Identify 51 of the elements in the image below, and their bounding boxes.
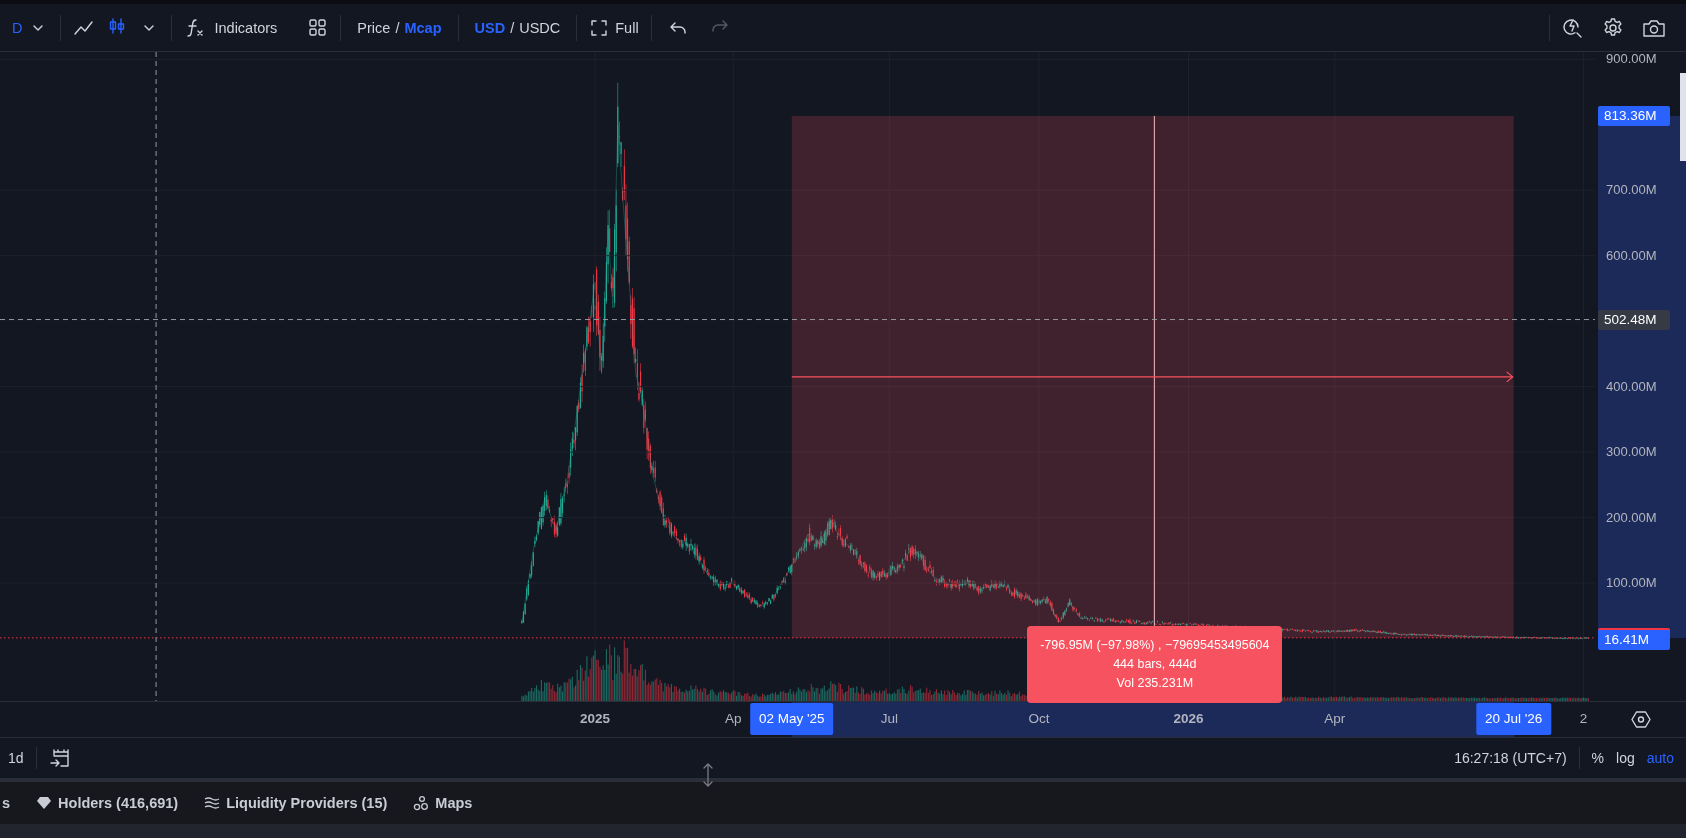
scale-option[interactable]: log	[1616, 750, 1635, 766]
full-button[interactable]: Full	[615, 19, 639, 36]
measure-reading: 444 bars, 444d	[1113, 657, 1197, 672]
price-scale-label: 300.00M	[1606, 443, 1657, 462]
calendar-goto-icon[interactable]	[48, 747, 71, 769]
grid-icon[interactable]	[307, 17, 329, 38]
panel-tab[interactable]: Liquidity Providers (15)	[226, 795, 388, 811]
clock-text: 16:27:18 (UTC+7)	[1454, 750, 1567, 766]
price-scale-label: 900.00M	[1606, 50, 1657, 69]
lightning-search-icon[interactable]	[1562, 16, 1584, 39]
price-tag: 16.41M	[1598, 627, 1670, 650]
toggle-option[interactable]: Mcap	[404, 19, 442, 36]
scale-option[interactable]: auto	[1646, 750, 1674, 766]
time-scale-label: Oct	[1028, 711, 1050, 726]
slash-separator: /	[395, 19, 400, 36]
time-scale-label: 2025	[580, 711, 611, 726]
interval-button[interactable]: D	[12, 19, 23, 36]
resize-handle-icon[interactable]	[702, 762, 714, 788]
measure-reading: Vol 235.231M	[1116, 676, 1194, 691]
bubbles-icon	[413, 795, 430, 811]
price-scale-label: 400.00M	[1606, 377, 1657, 396]
date-tag: 02 May '25	[749, 703, 834, 735]
waves-icon	[204, 796, 221, 810]
panel-tab[interactable]: Maps	[435, 795, 473, 811]
time-scale-label: 2026	[1173, 711, 1204, 726]
settings-icon[interactable]	[1602, 16, 1624, 39]
date-tag: 20 Jul '26	[1475, 703, 1552, 735]
crosshair-price-tag: 502.48M	[1598, 309, 1670, 330]
price-scale-label: 200.00M	[1606, 508, 1657, 527]
indicators-button[interactable]: Indicators	[214, 19, 278, 36]
time-scale-label: 2	[1579, 711, 1588, 726]
toggle-option[interactable]: USD	[474, 19, 506, 36]
toggle-option[interactable]: USDC	[519, 19, 561, 36]
scale-option[interactable]: %	[1591, 750, 1605, 766]
price-tag: 813.36M	[1598, 105, 1670, 126]
measure-reading: -796.95M (−97.98%) , −79695453495604	[1040, 638, 1270, 653]
fullscreen-icon[interactable]	[589, 17, 610, 38]
diamond-icon	[36, 796, 53, 810]
toggle-option[interactable]: Price	[357, 19, 391, 36]
time-scale-label: Ap	[725, 711, 742, 726]
scale-settings-icon[interactable]	[1630, 709, 1651, 730]
price-scale-label: 600.00M	[1606, 246, 1657, 265]
interval-button[interactable]: 1d	[8, 750, 24, 766]
price-scale-label: 100.00M	[1606, 574, 1657, 593]
panel-tab[interactable]: s	[2, 795, 11, 811]
time-scale-label: Apr	[1324, 711, 1346, 726]
price-scale-label: 700.00M	[1606, 181, 1657, 200]
time-scale-label: Jul	[880, 711, 898, 726]
panel-tab[interactable]: Holders (416,691)	[58, 795, 179, 811]
slash-separator: /	[510, 19, 515, 36]
scrollbar-thumb[interactable]	[1680, 73, 1686, 161]
